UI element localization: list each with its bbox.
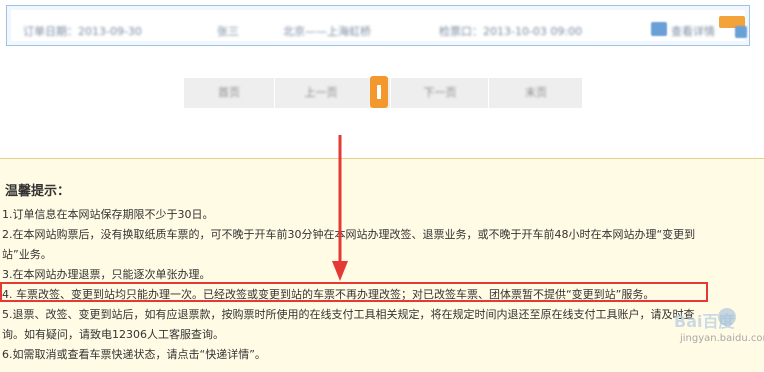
pagination-last-button[interactable]: 末页: [488, 78, 583, 108]
tip-line-5-cont: 询。如有疑问，请致电12306人工客服查询。: [2, 328, 224, 341]
blue-square-icon[interactable]: [735, 26, 747, 38]
order-detail-link[interactable]: 查看详情: [671, 23, 715, 39]
baidu-watermark: Bai百度 jingyan.baidu.com: [674, 306, 764, 346]
order-date-text: 订单日期：2013-09-30: [23, 25, 142, 38]
pagination-next-button[interactable]: 下一页: [390, 78, 489, 108]
order-detail-icon[interactable]: [651, 22, 667, 36]
pagination-current-page[interactable]: [370, 76, 388, 108]
tip-line-6: 6.如需取消或查看车票快递状态，请点击“快递详情”。: [2, 348, 266, 361]
red-arrow-icon: [332, 135, 348, 281]
pagination-first-button[interactable]: 首页: [184, 78, 274, 108]
tip-line-3: 3.在本网站办理退票，只能逐次单张办理。: [2, 268, 211, 281]
passenger-name-text: 张三: [217, 25, 239, 38]
highlight-box: [0, 282, 708, 302]
tips-title: 温馨提示：: [5, 184, 71, 199]
tip-line-5: 5.退票、改签、变更到站后，如有应退票款，按购票时所使用的在线支付工具相关规定，…: [2, 308, 695, 321]
tip-line-1: 1.订单信息在本网站保存期限不少于30日。: [2, 208, 214, 221]
departure-time-text: 检票口：2013-10-03 09:00: [439, 25, 583, 38]
pagination-prev-button[interactable]: 上一页: [274, 78, 367, 108]
watermark-site: jingyan.baidu.com: [680, 333, 764, 344]
pagination-bar: 首页 上一页 下一页 末页: [184, 76, 583, 108]
route-text: 北京——上海虹桥: [283, 25, 371, 38]
warm-tips-panel: 温馨提示： 1.订单信息在本网站保存期限不少于30日。 2.在本网站购票后，没有…: [0, 158, 764, 372]
current-page-indicator: [377, 85, 381, 99]
order-record-row[interactable]: 订单日期：2013-09-30 张三 北京——上海虹桥 检票口：2013-10-…: [6, 5, 750, 46]
tip-line-2-cont: 站”业务。: [2, 248, 52, 261]
paw-icon: [718, 308, 736, 326]
